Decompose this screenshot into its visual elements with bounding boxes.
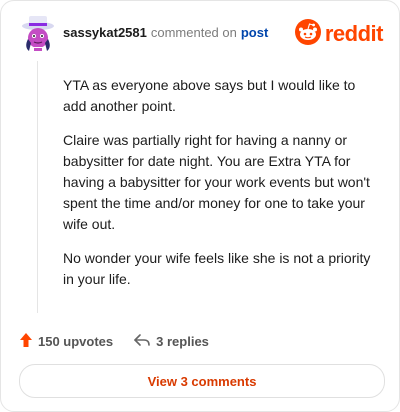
- commented-on-text: commented on: [150, 25, 237, 40]
- avatar-icon[interactable]: [19, 13, 57, 57]
- reply-arrow-icon: [133, 333, 151, 350]
- comment-paragraph: Claire was partially right for having a …: [63, 132, 370, 232]
- comment-meta: sassykat2581 commented on post: [63, 25, 268, 40]
- comment-paragraph: No wonder your wife feels like she is no…: [63, 250, 371, 287]
- comment-actions: 150 upvotes 3 replies: [19, 331, 209, 351]
- comment-paragraph: YTA as everyone above says but I would l…: [63, 77, 356, 114]
- view-comments-button[interactable]: View 3 comments: [19, 364, 385, 398]
- comment-card: sassykat2581 commented on post reddit YT…: [0, 0, 400, 412]
- comment-header: sassykat2581 commented on post reddit: [19, 13, 385, 57]
- comment-body: YTA as everyone above says but I would l…: [63, 75, 375, 303]
- replies-button[interactable]: 3 replies: [133, 333, 209, 350]
- reddit-logo[interactable]: reddit: [294, 18, 384, 50]
- upvote-button[interactable]: 150 upvotes: [19, 332, 113, 351]
- upvote-arrow-icon: [19, 332, 33, 351]
- thread-line: [37, 61, 38, 313]
- reply-count: 3 replies: [156, 333, 209, 349]
- username-link[interactable]: sassykat2581: [63, 25, 147, 40]
- reddit-snoo-icon: [294, 18, 321, 50]
- reddit-wordmark: reddit: [324, 21, 384, 46]
- upvote-count: 150 upvotes: [38, 333, 114, 349]
- post-link[interactable]: post: [241, 25, 268, 40]
